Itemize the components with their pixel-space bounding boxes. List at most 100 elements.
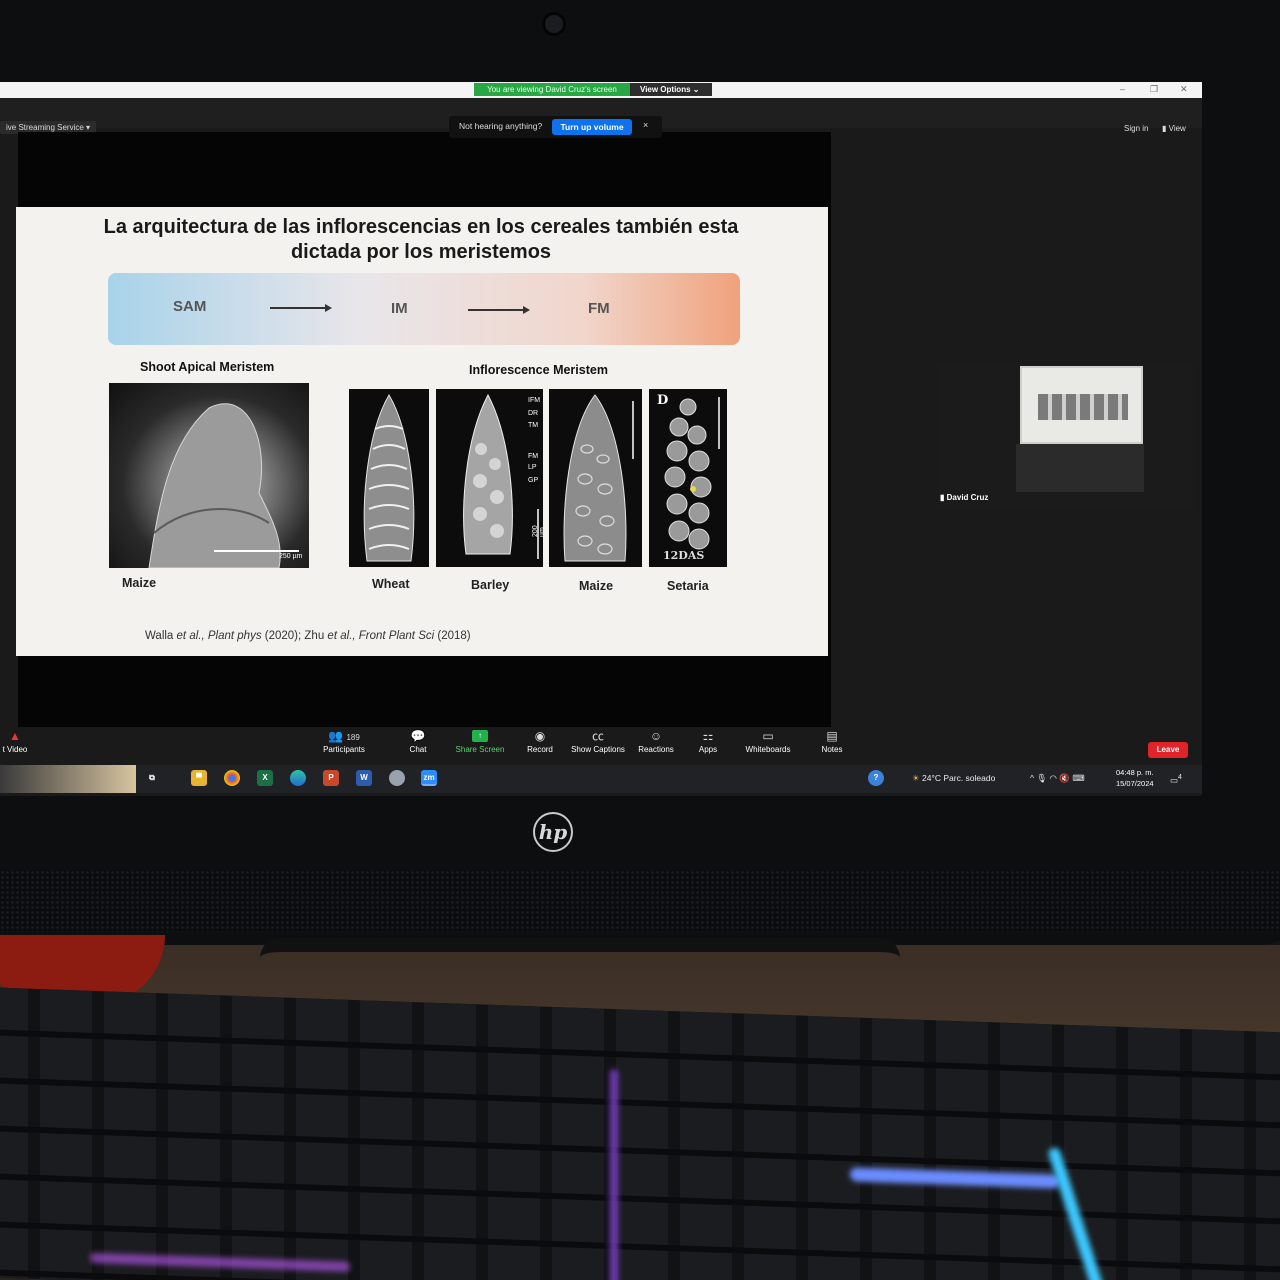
meristem-stage-bar: SAM IM FM xyxy=(108,273,740,345)
file-explorer-icon[interactable]: ▀ xyxy=(191,770,207,786)
scale-250-label: 250 µm xyxy=(279,553,303,560)
video-label: t Video xyxy=(2,745,28,754)
share-screen-button[interactable]: ↑ Share Screen xyxy=(452,727,508,754)
hp-logo: hp xyxy=(533,812,573,852)
record-label: Record xyxy=(527,745,553,754)
shoot-apical-meristem-label: Shoot Apical Meristem xyxy=(140,360,275,374)
weather-widget[interactable]: ☀ 24°C Parc. soleado xyxy=(912,773,995,784)
search-box[interactable] xyxy=(0,765,136,793)
participants-count: 189 xyxy=(346,733,360,742)
monitor-screen: You are viewing David Cruz's screen View… xyxy=(0,82,1202,796)
setaria-panel-letter: D xyxy=(657,393,669,408)
onedrive-icon[interactable] xyxy=(389,770,405,786)
participant-video-thumbnail[interactable]: ▮ David Cruz xyxy=(938,364,1195,509)
edge-icon[interactable] xyxy=(290,770,306,786)
minimize-icon[interactable]: – xyxy=(1120,84,1125,94)
apps-button[interactable]: ⚏ Apps xyxy=(692,727,724,754)
keyboard-keys xyxy=(0,986,1280,1280)
monitor-stand xyxy=(260,938,900,978)
chat-icon: 💬 xyxy=(410,729,426,743)
maize-sam-micrograph: 250 µm xyxy=(109,383,309,568)
stage-sam: SAM xyxy=(173,298,207,315)
caption-barley: Barley xyxy=(471,578,510,592)
excel-icon[interactable]: X xyxy=(257,770,273,786)
close-icon[interactable]: ✕ xyxy=(1180,84,1188,95)
restore-icon[interactable]: ❐ xyxy=(1150,84,1158,95)
close-notice-icon[interactable]: × xyxy=(643,120,648,130)
inflorescence-meristem-label: Inflorescence Meristem xyxy=(469,363,608,377)
citation-journal-1: ., Plant phys xyxy=(198,630,262,642)
apps-label: Apps xyxy=(698,745,718,754)
taskbar-clock[interactable]: 04:48 p. m. 15/07/2024 xyxy=(1116,767,1154,789)
participant-name-label: David Cruz xyxy=(946,493,989,502)
view-label: View xyxy=(1168,124,1186,133)
video-off-icon: ▲ xyxy=(9,729,21,743)
notes-icon: ▤ xyxy=(826,729,838,743)
setaria-spike-image xyxy=(664,397,720,550)
microphone-icon: 🎙 xyxy=(1036,773,1048,783)
caption-setaria: Setaria xyxy=(667,579,709,593)
help-icon[interactable]: ? xyxy=(868,770,884,786)
sun-icon: ☀ xyxy=(912,773,920,783)
viewing-screen-banner: You are viewing David Cruz's screen xyxy=(474,83,630,96)
leave-button[interactable]: Leave xyxy=(1148,742,1188,758)
weather-text: 24°C Parc. soleado xyxy=(922,773,996,783)
chevron-up-icon: ^ xyxy=(1030,773,1034,783)
notification-icon: ▭ xyxy=(1170,774,1179,785)
slide-title: La arquitectura de las inflorescencias e… xyxy=(56,215,786,265)
sign-in-link[interactable]: Sign in xyxy=(1124,124,1148,133)
clock-time: 04:48 p. m. xyxy=(1116,768,1154,777)
zoom-app-icon[interactable]: zm xyxy=(421,770,437,786)
annotation-ifm: IFM xyxy=(528,397,541,404)
show-captions-label: Show Captions xyxy=(571,745,625,754)
thumbnail-projected-slide xyxy=(1020,366,1143,444)
notes-label: Notes xyxy=(821,745,843,754)
reactions-label: Reactions xyxy=(638,745,674,754)
stage-im: IM xyxy=(391,300,408,317)
annotation-fm: FM xyxy=(528,453,539,460)
arrow-right-icon xyxy=(468,306,530,314)
citation-journal-2: ., Front Plant Sci xyxy=(349,630,435,642)
record-button[interactable]: ◉ Record xyxy=(522,727,558,754)
view-button[interactable]: ▮ View xyxy=(1162,124,1186,133)
view-options-button[interactable]: View Options ⌄ xyxy=(630,83,712,96)
chrome-icon[interactable] xyxy=(224,770,240,786)
meeting-toolbar: ▲ t Video 👥 189 Participants 💬 Chat ↑ Share … xyxy=(0,727,1202,765)
caption-wheat: Wheat xyxy=(372,577,410,591)
notes-button[interactable]: ▤ Notes xyxy=(816,727,848,754)
task-view-icon[interactable]: ⧉ xyxy=(144,770,160,786)
scale-200-label: 200 µm xyxy=(532,525,543,537)
show-captions-button[interactable]: ㏄ Show Captions xyxy=(568,727,628,754)
citation-etal-1: et al xyxy=(176,630,199,642)
wheat-spike-image xyxy=(363,394,415,562)
chat-label: Chat xyxy=(409,745,427,754)
video-button[interactable]: ▲ t Video xyxy=(0,727,30,754)
zoom-title-bar: You are viewing David Cruz's screen View… xyxy=(0,82,1202,98)
citation-etal-2: et al xyxy=(327,630,350,642)
thumbnail-slide-images xyxy=(1038,394,1128,420)
share-screen-icon: ↑ xyxy=(472,730,488,742)
meristem-dome-image xyxy=(148,403,299,568)
record-icon: ◉ xyxy=(534,729,546,743)
annotation-gp: GP xyxy=(528,477,539,484)
apps-icon: ⚏ xyxy=(702,729,714,743)
presentation-slide: La arquitectura de las inflorescencias e… xyxy=(16,207,828,656)
turn-up-volume-button[interactable]: Turn up volume xyxy=(552,119,632,135)
live-streaming-label: ive Streaming Service xyxy=(6,123,84,132)
photo-scene: You are viewing David Cruz's screen View… xyxy=(0,0,1280,1280)
keyboard-purple-glow xyxy=(610,1068,618,1280)
whiteboards-button[interactable]: ▭ Whiteboards xyxy=(740,727,796,754)
word-icon[interactable]: W xyxy=(356,770,372,786)
chat-button[interactable]: 💬 Chat xyxy=(400,727,436,754)
powerpoint-icon[interactable]: P xyxy=(323,770,339,786)
participants-button[interactable]: 👥 189 Participants xyxy=(318,727,370,754)
tray-icons[interactable]: ^ 🎙 ◠ 🔇 ⌨ xyxy=(1030,773,1085,784)
whiteboard-icon: ▭ xyxy=(762,729,774,743)
notification-center[interactable]: ▭4 xyxy=(1170,773,1182,786)
annotation-dr: DR xyxy=(528,410,539,417)
wifi-icon: ◠ xyxy=(1049,773,1057,783)
chevron-down-icon: ⌄ xyxy=(692,85,700,94)
speaker-grille xyxy=(0,870,1280,932)
reactions-button[interactable]: ☺ Reactions xyxy=(634,727,678,754)
annotation-tm: TM xyxy=(528,422,539,429)
